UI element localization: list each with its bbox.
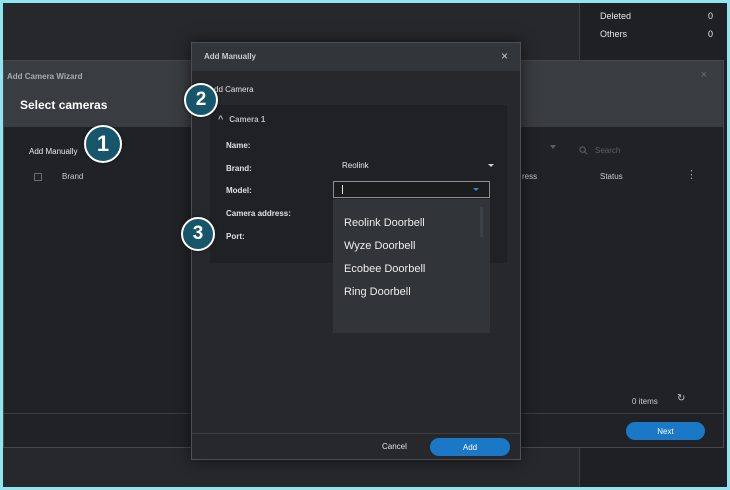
filter-row-others[interactable]: Others 0 [600, 29, 713, 39]
refresh-icon[interactable]: ↻ [677, 393, 685, 404]
brand-select[interactable]: Reolink [342, 161, 498, 170]
step-badge-1: 1 [84, 125, 122, 163]
scrollbar[interactable] [480, 207, 483, 237]
dropdown-option[interactable]: Reolink Doorbell [344, 217, 425, 229]
filter-label: Deleted [600, 11, 632, 21]
port-label: Port: [226, 232, 245, 241]
step-badge-2: 2 [184, 83, 218, 117]
brand-label: Brand: [226, 164, 252, 173]
dialog-title: Add Manually [204, 52, 257, 61]
model-dropdown-list: Reolink Doorbell Wyze Doorbell Ecobee Do… [333, 199, 490, 333]
filter-row-deleted[interactable]: Deleted 0 [600, 11, 713, 21]
dialog-header: Add Manually × [192, 43, 520, 71]
dropdown-option[interactable]: Ecobee Doorbell [344, 263, 425, 275]
column-header-address[interactable]: ress [522, 172, 537, 181]
caret-down-icon[interactable] [473, 188, 479, 191]
section-title: Camera 1 [229, 114, 266, 124]
filter-count: 0 [707, 11, 713, 21]
section-toggle[interactable]: ^ Camera 1 [218, 114, 265, 124]
search-input[interactable]: Search [579, 146, 620, 155]
text-cursor [342, 185, 343, 194]
divider [192, 433, 520, 434]
add-button[interactable]: Add [430, 438, 510, 456]
next-button[interactable]: Next [626, 422, 705, 440]
app-window: Deleted 0 Others 0 Add Camera Wizard Sel… [3, 3, 727, 487]
filter-count: 0 [707, 29, 713, 39]
search-placeholder: Search [595, 146, 621, 155]
camera-address-label: Camera address: [226, 209, 291, 218]
model-label: Model: [226, 186, 252, 195]
column-header-status[interactable]: Status [600, 172, 623, 181]
add-manually-button[interactable]: Add Manually [29, 147, 77, 156]
chevron-down-icon[interactable] [550, 145, 556, 149]
select-all-checkbox[interactable] [34, 173, 42, 181]
cancel-button[interactable]: Cancel [382, 442, 407, 451]
step-badge-3: 3 [181, 217, 215, 251]
item-count: 0 items [632, 397, 658, 406]
close-icon[interactable]: × [501, 49, 508, 63]
caret-down-icon [488, 164, 494, 167]
dropdown-option[interactable]: Ring Doorbell [344, 286, 411, 298]
column-header-brand[interactable]: Brand [62, 172, 83, 181]
more-vertical-icon[interactable]: ⋮ [686, 168, 697, 181]
search-icon [579, 146, 588, 155]
dialog-subtitle: dd Camera [214, 85, 254, 94]
dropdown-option[interactable]: Wyze Doorbell [344, 240, 415, 252]
wizard-heading: Select cameras [20, 98, 108, 112]
model-select-input[interactable] [333, 181, 490, 198]
wizard-title: Add Camera Wizard [7, 72, 83, 81]
chevron-up-icon: ^ [218, 114, 224, 124]
name-label: Name: [226, 141, 251, 150]
filter-label: Others [600, 29, 628, 39]
close-icon[interactable]: × [701, 69, 707, 81]
brand-select-value: Reolink [342, 161, 369, 170]
